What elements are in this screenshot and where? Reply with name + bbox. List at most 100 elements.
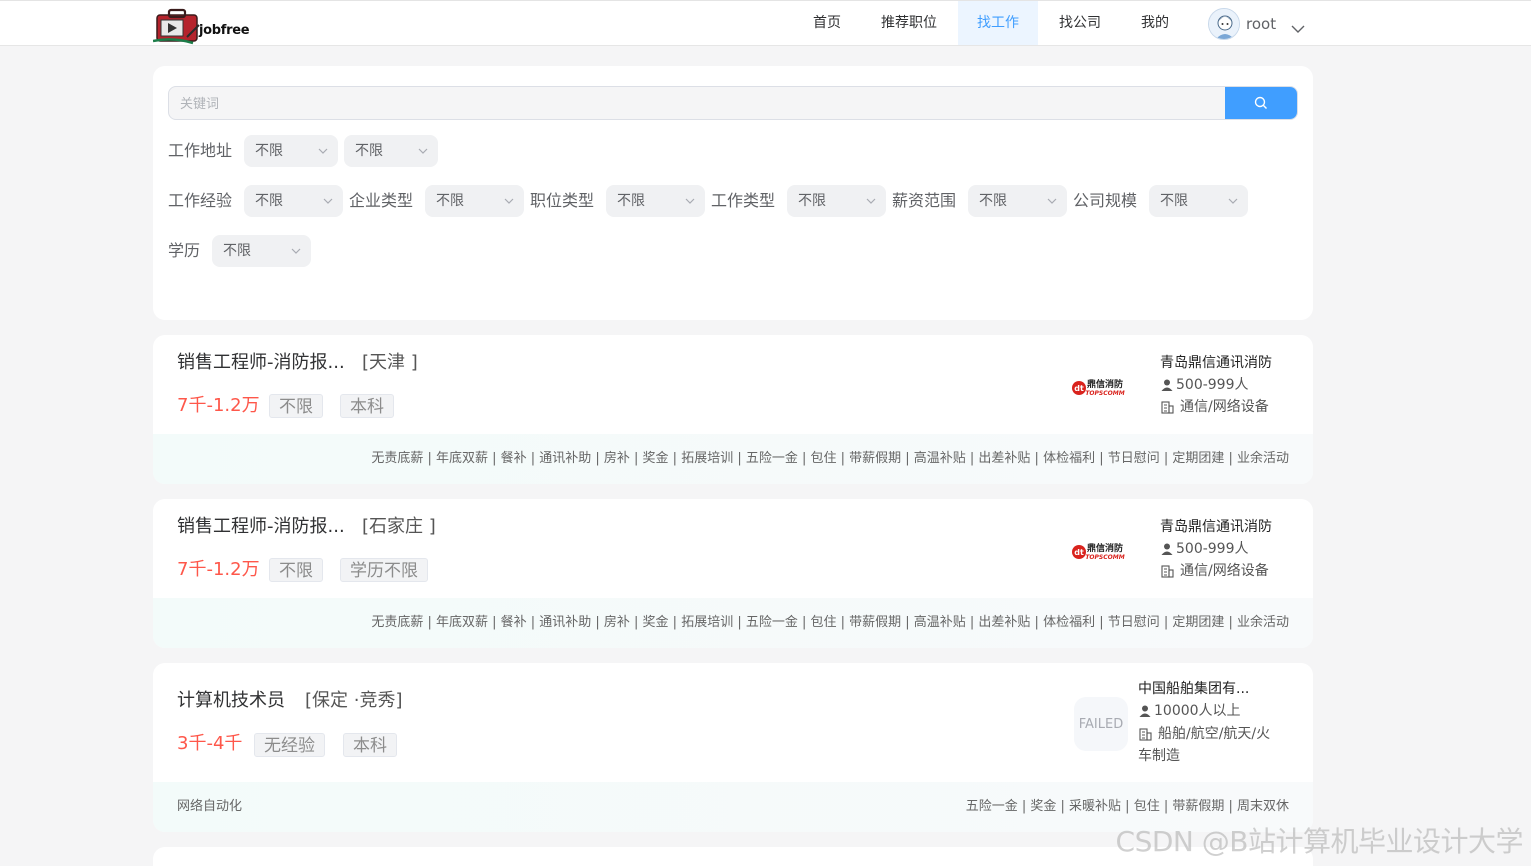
company-logo[interactable]: dt 鼎信消防 TOPSCOMM <box>1071 359 1127 415</box>
card-footer: 无责底薪 | 年底双薪 | 餐补 | 通讯补助 | 房补 | 奖金 | 拓展培训… <box>153 434 1313 484</box>
job-card[interactable]: 销售工程师-消防报... [石家庄 ] 7千-1.2万 不限 学历不限 dt 鼎… <box>153 499 1313 648</box>
experience-select-value: 不限 <box>255 193 283 209</box>
company-size: 10000人以上 <box>1139 700 1241 722</box>
company-industry-text: 通信/网络设备 <box>1180 399 1269 415</box>
company-industry-text: 通信/网络设备 <box>1180 563 1269 579</box>
chevron-down-icon <box>1228 198 1238 204</box>
job-tag-experience: 不限 <box>269 558 323 582</box>
city-select[interactable]: 不限 <box>344 135 438 167</box>
search-icon <box>1254 96 1267 109</box>
company-name[interactable]: 青岛鼎信通讯消防 <box>1160 516 1272 538</box>
company-name[interactable]: 青岛鼎信通讯消防 <box>1160 352 1272 374</box>
nav-mine[interactable]: 我的 <box>1130 1 1180 45</box>
job-type-select[interactable]: 不限 <box>787 185 886 217</box>
company-name[interactable]: 中国船舶集团有... <box>1138 678 1249 700</box>
nav-home[interactable]: 首页 <box>801 1 853 45</box>
chevron-down-icon <box>1047 198 1057 204</box>
chevron-down-icon[interactable] <box>1290 21 1306 37</box>
position-type-select[interactable]: 不限 <box>606 185 705 217</box>
job-tag-education: 本科 <box>340 394 394 418</box>
job-welfare: 无责底薪 | 年底双薪 | 餐补 | 通讯补助 | 房补 | 奖金 | 拓展培训… <box>371 451 1289 466</box>
company-type-select-value: 不限 <box>436 193 464 209</box>
education-select-value: 不限 <box>223 243 251 259</box>
position-type-select-value: 不限 <box>617 193 645 209</box>
chevron-down-icon <box>685 198 695 204</box>
nav-find-company[interactable]: 找公司 <box>1048 1 1112 45</box>
search-bar <box>168 86 1298 120</box>
company-type-select[interactable]: 不限 <box>425 185 524 217</box>
job-title[interactable]: 销售工程师-消防报... <box>177 352 345 374</box>
brand-logo[interactable]: jobfree <box>152 3 253 47</box>
company-industry: 通信/网络设备 <box>1161 560 1269 582</box>
building-icon <box>1139 727 1152 741</box>
job-title[interactable]: 计算机技术员 <box>177 690 285 712</box>
filter-label-company-type: 企业类型 <box>349 191 414 210</box>
svg-text:dt: dt <box>1074 548 1084 557</box>
company-logo-subtext: TOPSCOMM <box>1085 390 1124 397</box>
job-card[interactable]: 计算机技术员 [保定 ·竞秀] 3千-4千 无经验 本科 FAILED 中国船舶… <box>153 663 1313 832</box>
company-logo-failed: FAILED <box>1074 697 1128 751</box>
company-industry: 船舶/航空/航天/火 <box>1139 723 1270 745</box>
person-icon <box>1161 543 1173 555</box>
company-logo-text: 鼎信消防 <box>1087 542 1123 554</box>
chevron-down-icon <box>866 198 876 204</box>
chevron-down-icon <box>323 198 333 204</box>
job-skill: 网络自动化 <box>177 799 243 814</box>
brand-name: jobfree <box>199 22 250 38</box>
filter-panel: 工作地址 不限 不限 工作经验 不限 企业类型 不限 职位类型 不限 工作类型 … <box>153 66 1313 320</box>
person-icon <box>1139 705 1151 717</box>
job-tag-experience: 不限 <box>269 394 323 418</box>
salary-select[interactable]: 不限 <box>968 185 1067 217</box>
filter-label-position-type: 职位类型 <box>530 191 595 210</box>
chevron-down-icon <box>504 198 514 204</box>
company-industry-text: 船舶/航空/航天/火 <box>1158 726 1271 742</box>
company-logo-text: 鼎信消防 <box>1087 378 1123 390</box>
job-salary: 7千-1.2万 <box>177 559 260 580</box>
nav-find-job[interactable]: 找工作 <box>958 1 1038 45</box>
company-size-select[interactable]: 不限 <box>1149 185 1248 217</box>
search-input[interactable] <box>169 87 1225 119</box>
company-size-text: 500-999人 <box>1176 541 1249 557</box>
company-size-select-value: 不限 <box>1160 193 1188 209</box>
filter-label-job-type: 工作类型 <box>711 191 776 210</box>
filter-label-education: 学历 <box>168 241 201 260</box>
company-logo-subtext: TOPSCOMM <box>1085 554 1124 561</box>
job-salary: 3千-4千 <box>177 733 243 754</box>
province-select[interactable]: 不限 <box>244 135 338 167</box>
job-city: [天津 ] <box>362 352 418 373</box>
chevron-down-icon <box>418 148 428 154</box>
filter-label-salary: 薪资范围 <box>892 191 957 210</box>
company-logo-mark: dt 鼎信消防 TOPSCOMM <box>1072 378 1125 397</box>
search-button[interactable] <box>1225 87 1297 119</box>
job-title[interactable]: 销售工程师-消防报... <box>177 516 345 538</box>
user-menu[interactable]: root <box>1208 7 1305 41</box>
svg-text:dt: dt <box>1074 384 1084 393</box>
company-industry-text-cont: 车制造 <box>1138 748 1180 764</box>
chevron-down-icon <box>318 148 328 154</box>
city-select-value: 不限 <box>355 143 383 159</box>
province-select-value: 不限 <box>255 143 283 159</box>
job-salary: 7千-1.2万 <box>177 395 260 416</box>
job-tag-education: 学历不限 <box>340 558 428 582</box>
company-size-text: 10000人以上 <box>1154 703 1241 719</box>
nav-recommended-jobs[interactable]: 推荐职位 <box>870 1 948 45</box>
company-logo[interactable]: dt 鼎信消防 TOPSCOMM <box>1071 523 1127 579</box>
company-logo[interactable]: FAILED <box>1073 696 1129 752</box>
card-footer: 无责底薪 | 年底双薪 | 餐补 | 通讯补助 | 房补 | 奖金 | 拓展培训… <box>153 598 1313 648</box>
job-city: [石家庄 ] <box>362 516 436 537</box>
filter-label-experience: 工作经验 <box>168 191 233 210</box>
job-tag-education: 本科 <box>343 733 397 757</box>
salary-select-value: 不限 <box>979 193 1007 209</box>
company-size: 500-999人 <box>1161 374 1249 396</box>
job-type-select-value: 不限 <box>798 193 826 209</box>
building-icon <box>1161 400 1174 414</box>
job-card[interactable]: 销售工程师-消防报... [天津 ] 7千-1.2万 不限 本科 dt 鼎信消防… <box>153 335 1313 484</box>
company-logo-mark: dt 鼎信消防 TOPSCOMM <box>1072 542 1125 561</box>
avatar[interactable] <box>1208 8 1240 40</box>
company-industry: 通信/网络设备 <box>1161 396 1269 418</box>
experience-select[interactable]: 不限 <box>244 185 343 217</box>
job-city: [保定 ·竞秀] <box>305 690 403 711</box>
briefcase-logo-icon <box>152 7 201 45</box>
job-tag-experience: 无经验 <box>254 733 325 757</box>
education-select[interactable]: 不限 <box>212 235 311 267</box>
